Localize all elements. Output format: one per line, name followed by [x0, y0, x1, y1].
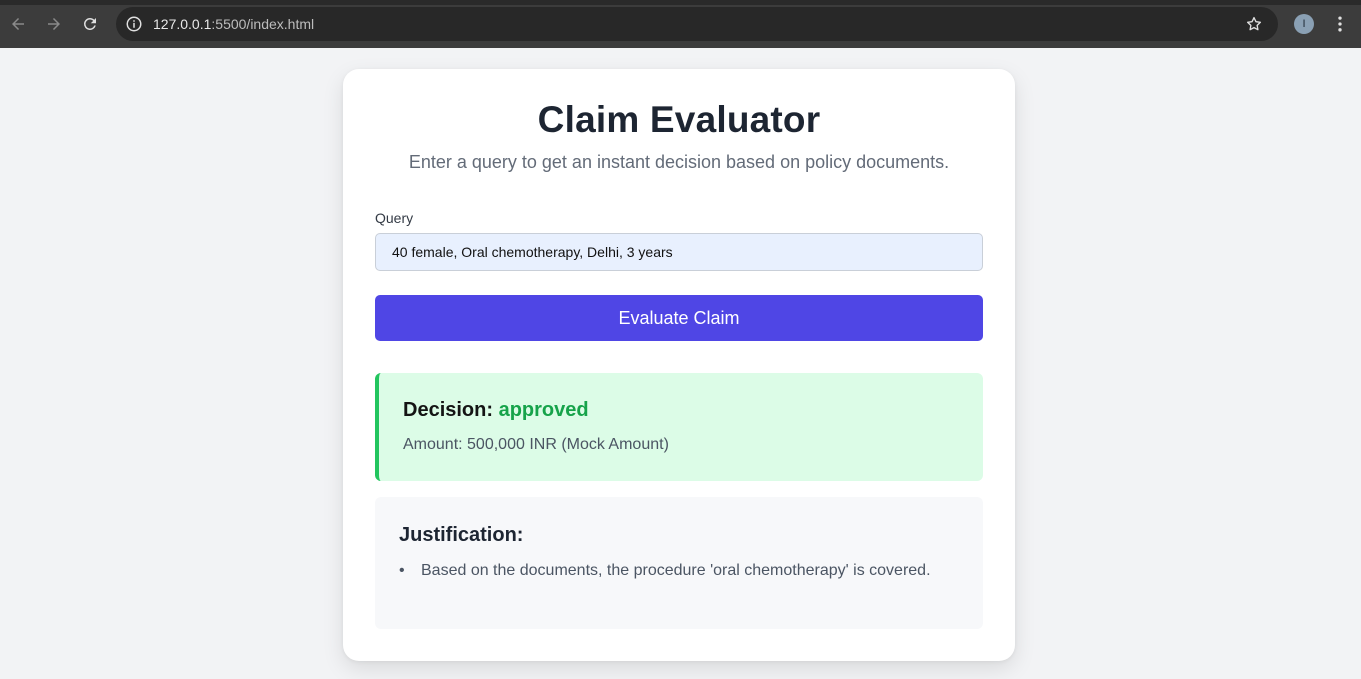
page-title: Claim Evaluator: [537, 99, 821, 140]
browser-toolbar: 127.0.0.1:5500/index.html I: [0, 0, 1361, 48]
justification-heading: Justification:: [399, 524, 524, 546]
arrow-right-icon: [48, 18, 60, 30]
address-bar[interactable]: 127.0.0.1:5500/index.html: [116, 7, 1278, 41]
url-text: 127.0.0.1:5500/index.html: [153, 16, 314, 32]
amount-text: Amount: 500,000 INR (Mock Amount): [403, 436, 669, 453]
decision-panel: Decision: approved Amount: 500,000 INR (…: [375, 373, 983, 481]
justification-list: Based on the documents, the procedure 'o…: [399, 559, 939, 583]
browser-menu-button[interactable]: [1330, 13, 1350, 35]
star-icon: [1246, 16, 1262, 31]
url-host: 127.0.0.1: [153, 16, 212, 32]
page-subtitle: Enter a query to get an instant decision…: [408, 152, 950, 172]
justification-panel: Justification: Based on the documents, t…: [375, 497, 983, 629]
back-button[interactable]: [6, 12, 30, 36]
forward-button[interactable]: [42, 12, 66, 36]
justification-item: Based on the documents, the procedure 'o…: [399, 559, 939, 583]
claim-card: Claim Evaluator Enter a query to get an …: [343, 69, 1015, 661]
profile-avatar[interactable]: I: [1294, 14, 1314, 34]
arrow-left-icon: [12, 18, 24, 30]
decision-label: Decision:: [403, 399, 494, 421]
bookmark-button[interactable]: [1244, 14, 1264, 34]
evaluate-claim-button[interactable]: Evaluate Claim: [375, 295, 983, 341]
decision-heading: Decision: approved: [403, 399, 589, 422]
query-input[interactable]: [375, 233, 983, 271]
tab-strip-edge: [0, 0, 1361, 5]
decision-value: approved: [498, 399, 589, 421]
site-info-button[interactable]: [124, 14, 144, 34]
info-icon: [126, 16, 142, 32]
reload-button[interactable]: [78, 12, 102, 36]
query-label: Query: [375, 210, 414, 226]
kebab-menu-icon: [1338, 16, 1342, 32]
reload-icon: [83, 17, 96, 30]
url-path: :5500/index.html: [211, 16, 315, 32]
